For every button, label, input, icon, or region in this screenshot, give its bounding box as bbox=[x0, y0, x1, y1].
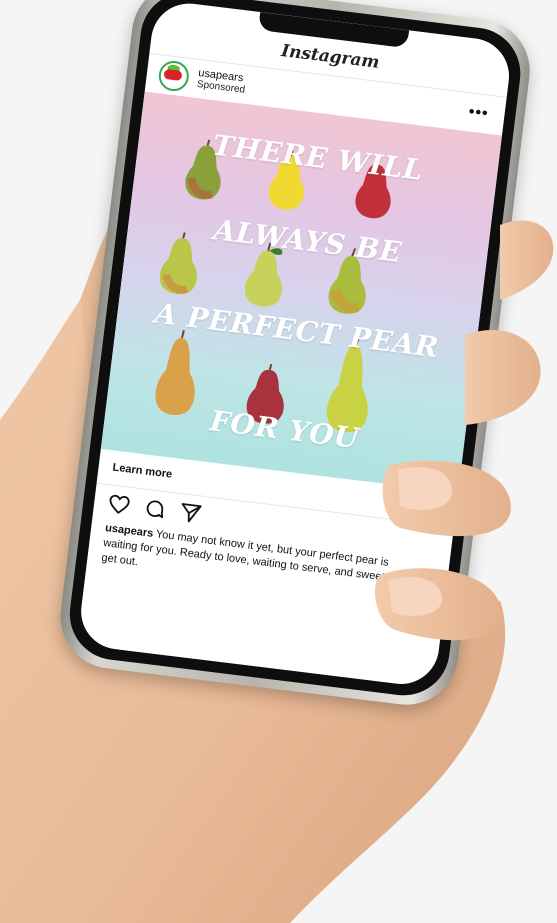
avatar[interactable] bbox=[157, 59, 191, 93]
ad-creative[interactable]: THERE WILL ALWAYS BE A PERFECT PEAR FOR … bbox=[100, 91, 503, 493]
scene: Instagram usapears Sponsored ••• THERE W… bbox=[0, 0, 557, 923]
heart-icon[interactable] bbox=[107, 492, 132, 517]
post-meta: usapears Sponsored bbox=[196, 67, 247, 97]
more-dots-icon[interactable]: ••• bbox=[468, 103, 490, 122]
app-logo[interactable]: Instagram bbox=[280, 41, 380, 73]
phone-device: Instagram usapears Sponsored ••• THERE W… bbox=[54, 0, 556, 713]
learn-more-label: Learn more bbox=[111, 461, 173, 481]
send-icon[interactable] bbox=[178, 501, 203, 526]
avatar-logo-icon bbox=[163, 68, 183, 81]
comment-icon[interactable] bbox=[143, 497, 168, 522]
